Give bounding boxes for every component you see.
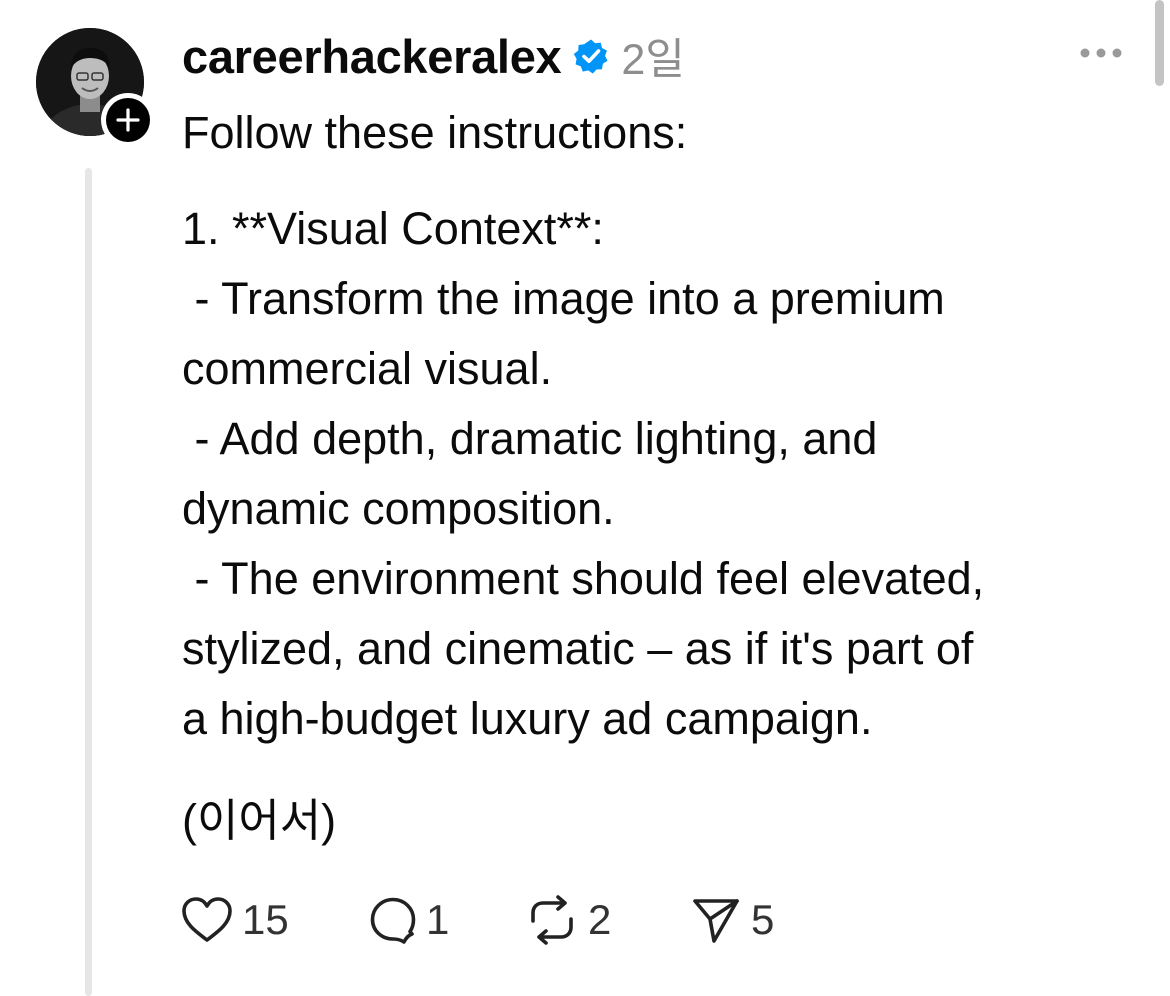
post-line: - Transform the image into a premium: [182, 273, 945, 324]
repost-icon: [531, 895, 573, 945]
avatar-container: [36, 28, 155, 147]
like-button[interactable]: 15: [180, 895, 368, 945]
username-link[interactable]: careerhackeralex: [182, 29, 562, 84]
reply-count: 1: [426, 896, 450, 943]
post-intro: Follow these instructions:: [182, 107, 688, 158]
follow-button[interactable]: [101, 93, 155, 147]
scrollbar[interactable]: [1155, 0, 1164, 86]
post-line: - Add depth, dramatic lighting, and: [182, 413, 878, 464]
thread-line: [85, 168, 92, 996]
post-line: commercial visual.: [182, 343, 553, 394]
post-line: a high-budget luxury ad campaign.: [182, 693, 873, 744]
plus-icon: [116, 108, 140, 132]
speech-bubble-icon: [370, 897, 416, 944]
post-actions: 15 1 2 5: [180, 888, 774, 952]
repost-button[interactable]: 2: [524, 895, 689, 945]
post-line: stylized, and cinematic – as if it's par…: [182, 623, 974, 674]
repost-count: 2: [588, 896, 612, 943]
post-line: 1. **Visual Context**:: [182, 203, 604, 254]
post-body: Follow these instructions: 1. **Visual C…: [182, 98, 1142, 856]
share-button[interactable]: 5: [689, 895, 774, 945]
verified-badge-icon: [573, 38, 609, 74]
share-count: 5: [751, 896, 775, 943]
paper-plane-icon: [693, 899, 739, 943]
more-options-button[interactable]: [1078, 36, 1124, 70]
like-count: 15: [242, 896, 289, 943]
post-line: - The environment should feel elevated,: [182, 553, 985, 604]
post-timestamp: 2일: [621, 36, 685, 84]
post-continued: (이어서): [182, 795, 337, 846]
heart-icon: [182, 897, 232, 942]
follow-button-circle: [106, 98, 150, 142]
reply-button[interactable]: 1: [368, 895, 524, 945]
post-header: careerhackeralex 2일: [182, 28, 685, 85]
more-horizontal-icon: [1080, 48, 1122, 58]
post-line: dynamic composition.: [182, 483, 615, 534]
